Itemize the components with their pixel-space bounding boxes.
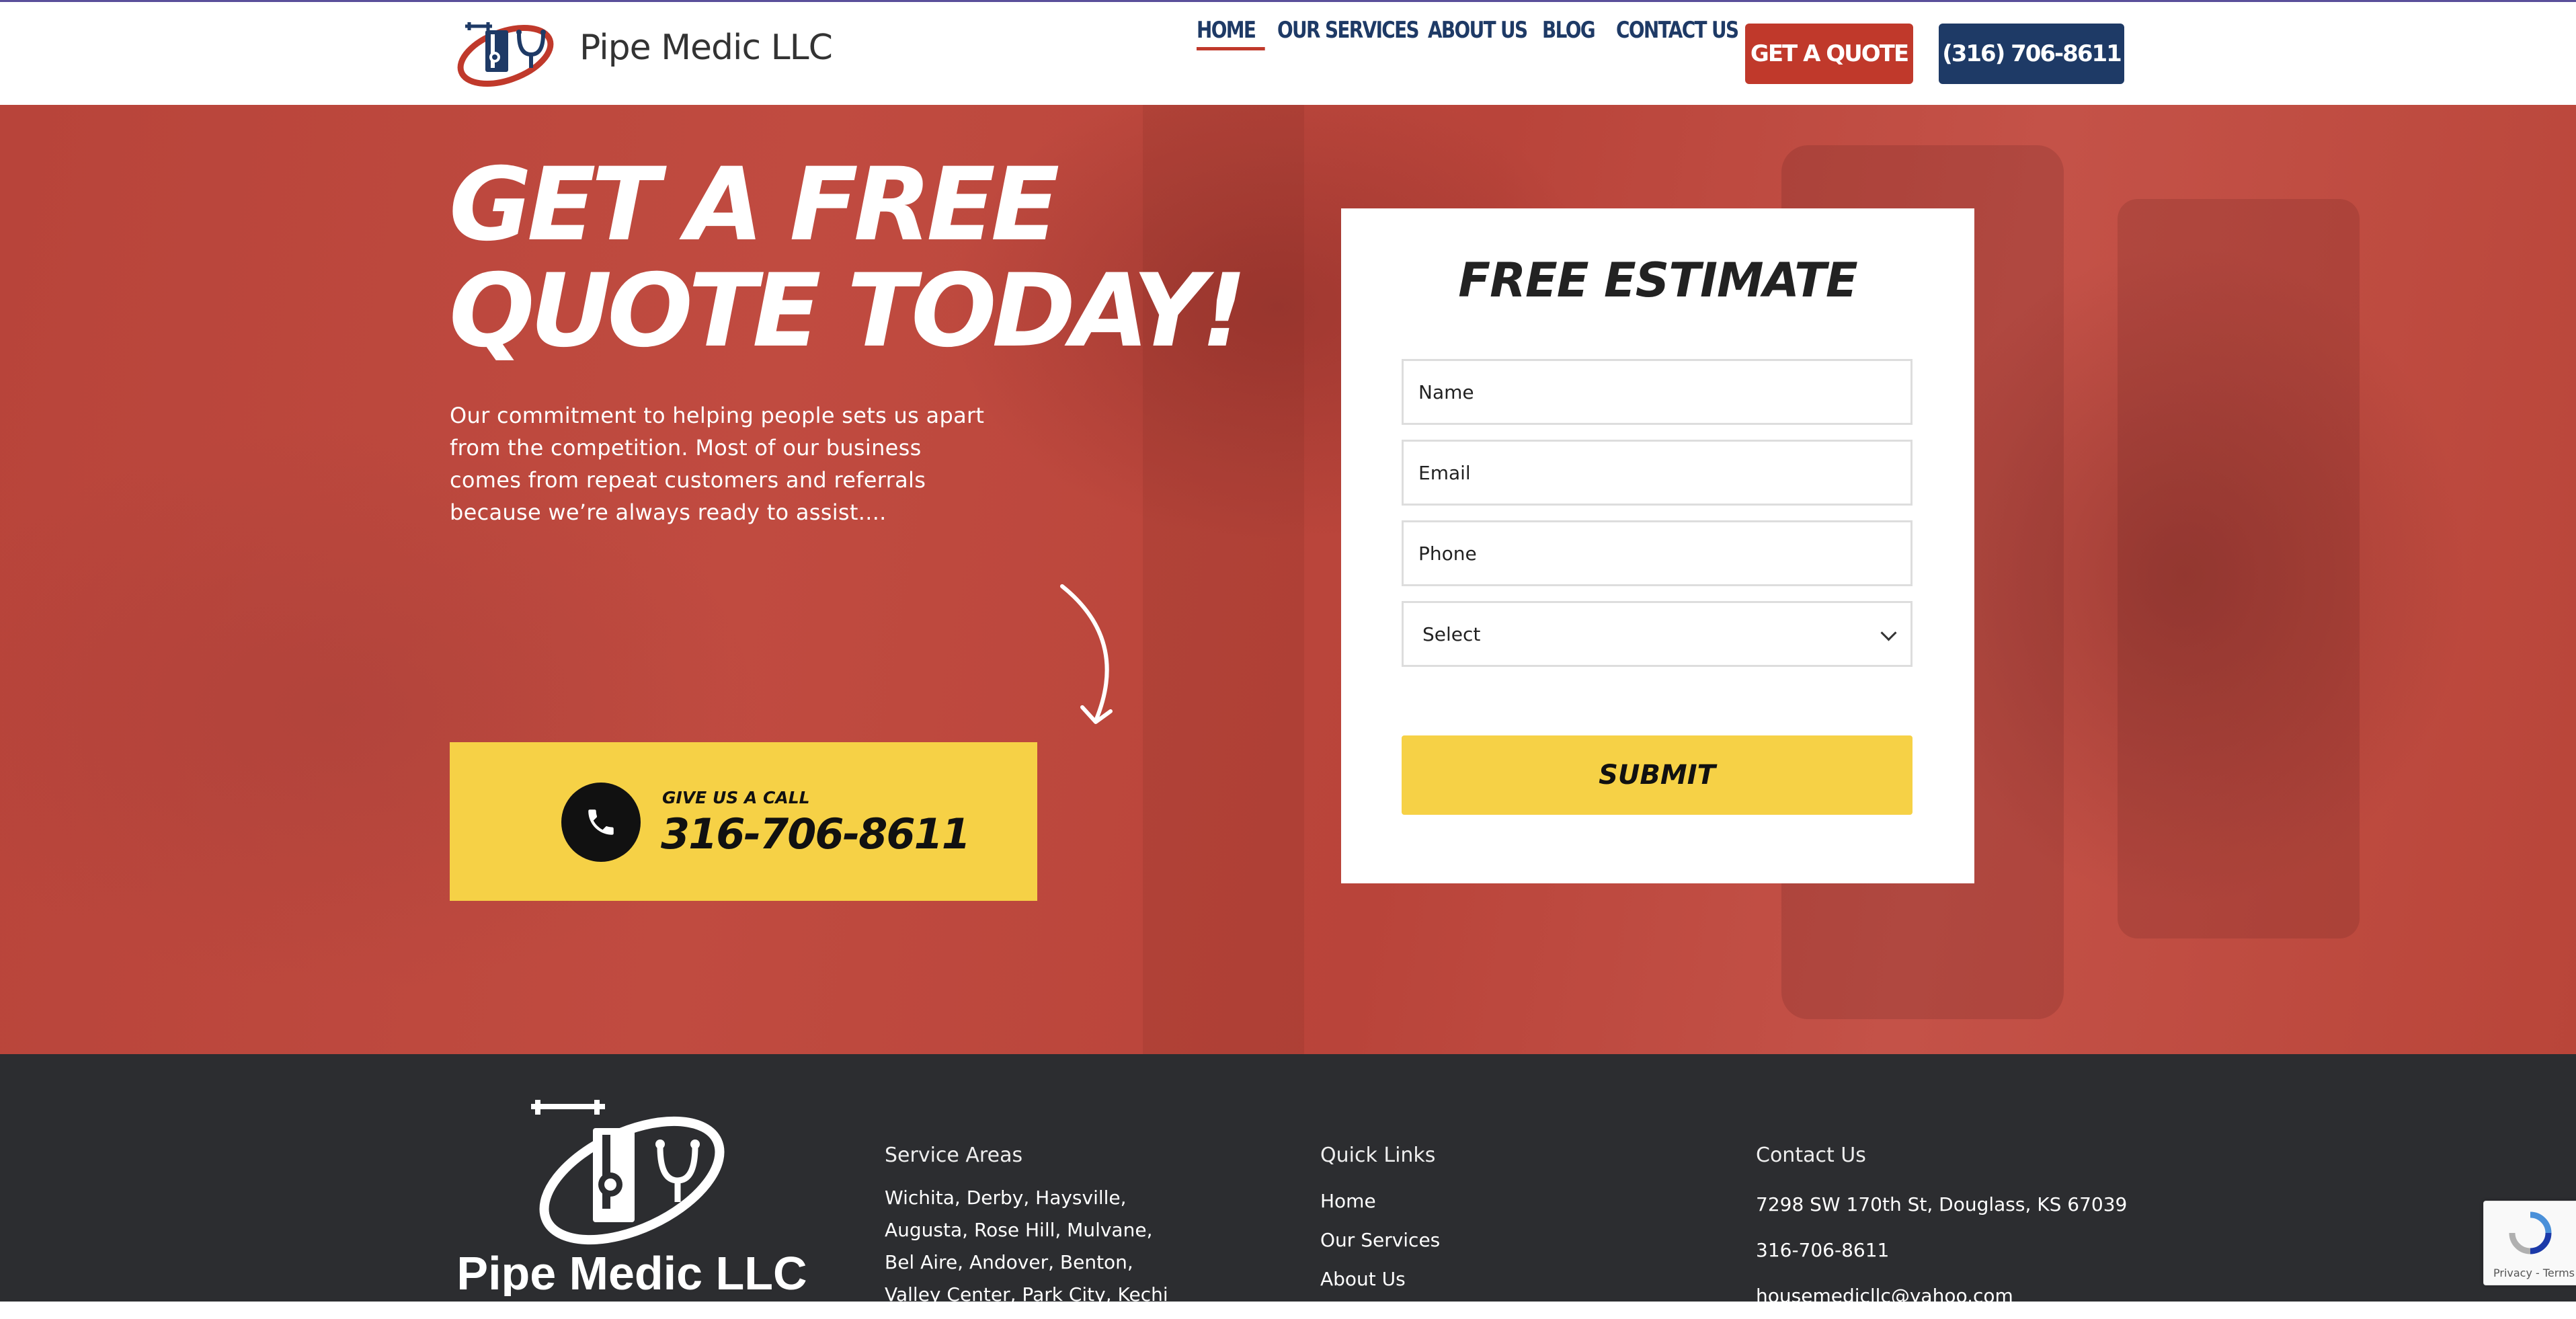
contact-phone[interactable]: 316-706-8611 — [1756, 1228, 2127, 1273]
submit-button[interactable]: SUBMIT — [1402, 735, 1913, 815]
footer-brand: Pipe Medic LLC — [456, 1247, 807, 1296]
footer-link-our-services[interactable]: Our Services — [1320, 1221, 1440, 1260]
call-us-box[interactable]: GIVE US A CALL 316-706-8611 — [450, 742, 1037, 901]
site-header: Pipe Medic LLC HOME OUR SERVICES ABOUT U… — [0, 0, 2576, 105]
contact-info: 7298 SW 170th St, Douglass, KS 67039 316… — [1756, 1182, 2127, 1319]
call-label: GIVE US A CALL — [662, 788, 810, 807]
service-areas-title: Service Areas — [885, 1144, 1023, 1167]
site-footer: Pipe Medic LLC Service Areas Wichita, De… — [0, 1054, 2576, 1307]
service-select[interactable]: Select — [1402, 601, 1913, 667]
hero-section — [0, 105, 2576, 1054]
background-pipe-shape — [2118, 199, 2360, 938]
nav-contact-us[interactable]: CONTACT US — [1616, 17, 1739, 44]
nav-about-us[interactable]: ABOUT US — [1428, 17, 1528, 44]
phone-input[interactable] — [1402, 520, 1913, 586]
nav-blog[interactable]: BLOG — [1542, 17, 1596, 44]
call-phone-number[interactable]: 316-706-8611 — [661, 809, 971, 858]
hero-title: GET A FREE QUOTE TODAY! — [449, 147, 1247, 370]
form-title: FREE ESTIMATE — [1458, 253, 1857, 308]
pipe-medic-logo[interactable] — [452, 14, 559, 88]
select-value: Select — [1422, 623, 1481, 645]
nav-home[interactable]: HOME — [1197, 17, 1266, 50]
hero-title-line2: QUOTE TODAY! — [449, 253, 1247, 370]
estimate-form: FREE ESTIMATE Select SUBMIT — [1341, 208, 1974, 883]
service-areas-line: Bel Aire, Andover, Benton, — [885, 1251, 1133, 1273]
get-a-quote-button[interactable]: GET A QUOTE — [1745, 24, 1913, 84]
recaptcha-icon — [2509, 1211, 2552, 1254]
quick-links-title: Quick Links — [1320, 1144, 1436, 1167]
chevron-down-icon — [1880, 625, 1897, 641]
curved-arrow-icon — [1060, 584, 1113, 724]
footer-link-about-us[interactable]: About Us — [1320, 1260, 1440, 1299]
name-input[interactable] — [1402, 359, 1913, 425]
footer-link-home[interactable]: Home — [1320, 1182, 1440, 1221]
footer-logo[interactable]: Pipe Medic LLC — [444, 1094, 820, 1296]
brand-name[interactable]: Pipe Medic LLC — [579, 28, 833, 68]
quick-links-list: Home Our Services About Us — [1320, 1182, 1440, 1299]
service-areas-list: Wichita, Derby, Haysville, Augusta, Rose… — [885, 1182, 1168, 1311]
phone-button[interactable]: (316) 706-8611 — [1939, 24, 2124, 84]
phone-handset-icon — [588, 809, 614, 835]
hero-title-line1: GET A FREE — [449, 147, 1059, 264]
nav-our-services[interactable]: OUR SERVICES — [1277, 17, 1420, 44]
phone-icon — [561, 783, 641, 862]
contact-title: Contact Us — [1756, 1144, 1866, 1167]
contact-email[interactable]: housemedicllc@yahoo.com — [1756, 1273, 2127, 1319]
contact-address: 7298 SW 170th St, Douglass, KS 67039 — [1756, 1193, 2128, 1215]
email-input[interactable] — [1402, 440, 1913, 506]
recaptcha-text[interactable]: Privacy - Terms — [2493, 1267, 2575, 1279]
service-areas-line: Valley Center, Park City, Kechi — [885, 1283, 1168, 1306]
service-areas-line: Wichita, Derby, Haysville, — [885, 1187, 1127, 1209]
recaptcha-badge[interactable]: Privacy - Terms — [2483, 1201, 2576, 1285]
service-areas-line: Augusta, Rose Hill, Mulvane, — [885, 1219, 1153, 1241]
hero-description: Our commitment to helping people sets us… — [450, 403, 985, 525]
